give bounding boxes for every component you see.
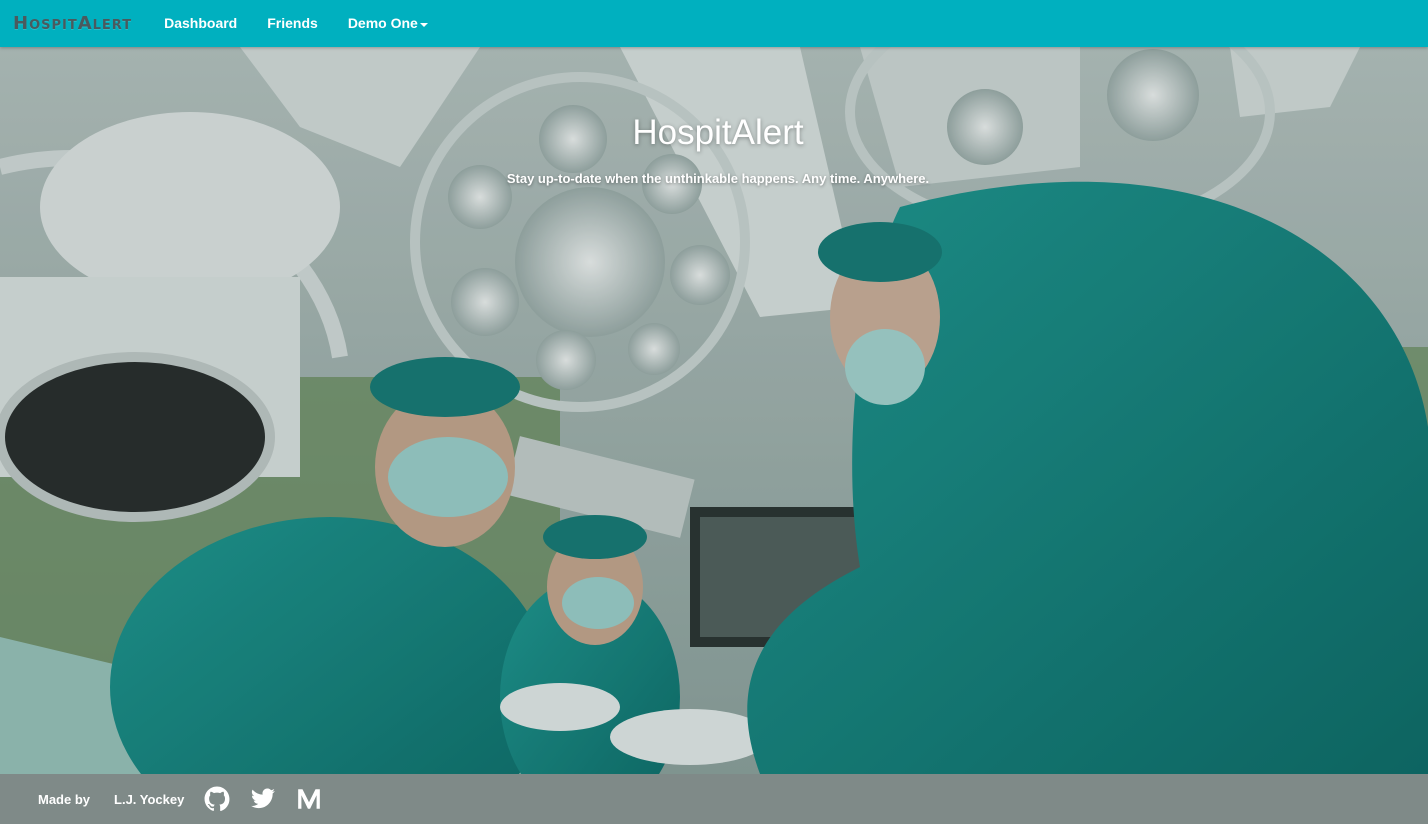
- nav-dashboard-link[interactable]: Dashboard: [149, 0, 252, 47]
- brand-logo[interactable]: HospitAlert: [13, 13, 132, 34]
- hero-section: HospitAlert Stay up-to-date when the unt…: [0, 47, 1428, 774]
- github-icon[interactable]: [204, 786, 230, 812]
- social-links: [204, 786, 322, 812]
- twitter-icon[interactable]: [250, 786, 276, 812]
- nav-dashboard-label: Dashboard: [164, 15, 238, 31]
- navbar: HospitAlert Dashboard Friends Demo One: [0, 0, 1428, 47]
- nav-menu: Dashboard Friends Demo One: [149, 0, 443, 47]
- caret-down-icon: [419, 22, 428, 27]
- user-dropdown-toggle[interactable]: Demo One: [333, 0, 443, 47]
- hero-subtitle: Stay up-to-date when the unthinkable hap…: [506, 171, 930, 186]
- hero-overlay: [0, 47, 1428, 774]
- hero-title: HospitAlert: [632, 113, 804, 152]
- nav-friends-link[interactable]: Friends: [252, 0, 333, 47]
- medium-icon[interactable]: [296, 786, 322, 812]
- user-dropdown-label: Demo One: [347, 15, 418, 31]
- footer: Made by L.J. Yockey: [0, 774, 1428, 824]
- author-link[interactable]: L.J. Yockey: [114, 792, 184, 807]
- made-by-label: Made by: [38, 791, 91, 807]
- nav-friends-label: Friends: [267, 15, 318, 31]
